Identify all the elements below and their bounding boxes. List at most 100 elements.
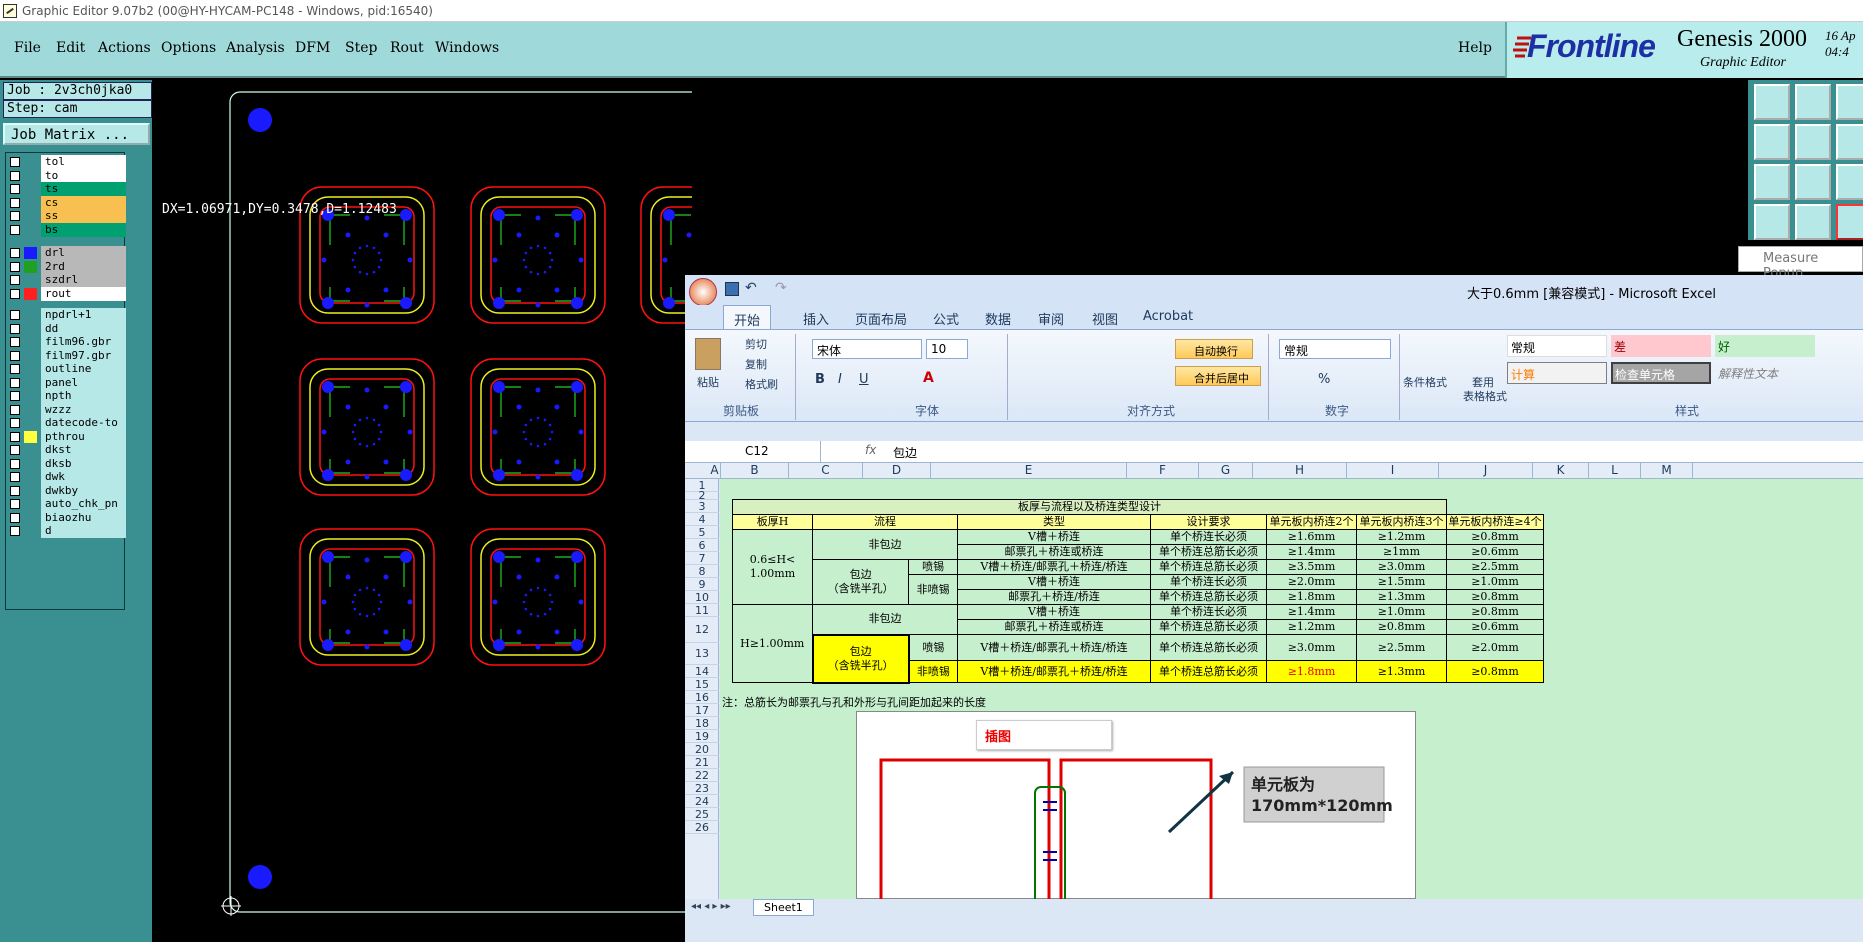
layer-row[interactable]: biaozhu	[8, 510, 126, 525]
layer-row[interactable]: bs	[8, 222, 126, 237]
worksheet[interactable]: 板厚与流程以及桥连类型设计 板厚H 流程 类型 设计要求 单元板内桥连2个 单元…	[720, 479, 1863, 900]
layer-checkbox[interactable]	[10, 211, 20, 221]
layer-checkbox[interactable]	[10, 323, 20, 334]
style-calc[interactable]: 计算	[1507, 362, 1607, 384]
layer-row[interactable]: film97.gbr	[8, 348, 126, 363]
layer-checkbox[interactable]	[10, 184, 20, 194]
layer-row[interactable]: dwk	[8, 470, 126, 484]
row-header[interactable]: 18	[685, 717, 719, 730]
zoom-out-icon[interactable]	[1795, 84, 1831, 120]
layer-row[interactable]: film96.gbr	[8, 335, 126, 349]
row-header[interactable]: 24	[685, 795, 719, 808]
layer-row[interactable]: auto_chk_pn	[8, 497, 126, 511]
tab-insert[interactable]: 插入	[803, 309, 829, 328]
layer-checkbox[interactable]	[10, 364, 20, 374]
layer-row[interactable]: ss	[8, 209, 126, 223]
layer-checkbox[interactable]	[10, 288, 20, 299]
italic-icon[interactable]: I	[838, 372, 842, 387]
copy-button[interactable]: 复制	[745, 356, 767, 372]
center-icon[interactable]	[1795, 164, 1831, 200]
row-header[interactable]: 10	[685, 591, 719, 604]
row-header[interactable]: 2	[685, 490, 719, 501]
menu-rout[interactable]: Rout	[390, 40, 424, 56]
layer-checkbox[interactable]	[10, 472, 20, 482]
tab-acrobat[interactable]: Acrobat	[1143, 309, 1193, 324]
row-header[interactable]: 17	[685, 704, 719, 717]
merge-center-button[interactable]: 合并后居中	[1175, 366, 1261, 386]
layer-row[interactable]: dwkby	[8, 483, 126, 498]
column-header[interactable]: G	[1199, 463, 1253, 479]
column-header[interactable]: D	[863, 463, 931, 479]
layer-row[interactable]: rout	[8, 286, 126, 301]
layer-row[interactable]: cs	[8, 195, 126, 210]
layer-row[interactable]: tol	[8, 155, 126, 169]
column-header[interactable]: A	[709, 463, 721, 479]
column-header[interactable]: L	[1589, 463, 1641, 479]
graphic-canvas[interactable]: DX=1.06971,DY=0.3478,D=1.12483	[152, 80, 692, 942]
row-header[interactable]: 15	[685, 678, 719, 691]
row-header[interactable]: 7	[685, 552, 719, 565]
menu-help[interactable]: Help	[1458, 40, 1492, 56]
process-wrap-selected[interactable]: 包边 （含铣半孔）	[811, 633, 910, 684]
row-header[interactable]: 19	[685, 730, 719, 743]
save-icon[interactable]	[725, 282, 739, 296]
column-header[interactable]: E	[931, 463, 1127, 479]
measure-tool-icon[interactable]	[1754, 204, 1790, 240]
menu-analysis[interactable]: Analysis	[226, 40, 285, 56]
layer-row[interactable]: wzzz	[8, 402, 126, 417]
row-header[interactable]: 5	[685, 526, 719, 539]
layer-checkbox[interactable]	[10, 170, 20, 181]
undo-icon[interactable]: ↶	[745, 280, 757, 296]
layer-checkbox[interactable]	[10, 404, 20, 415]
name-box[interactable]: C12	[685, 441, 821, 462]
style-good[interactable]: 好	[1715, 335, 1815, 357]
bold-icon[interactable]: B	[815, 372, 825, 387]
font-size-select[interactable]: 10	[926, 339, 968, 359]
row-header[interactable]: 4	[685, 513, 719, 526]
sheet-tab-sheet1[interactable]: Sheet1	[753, 899, 814, 916]
pan-right-icon[interactable]	[1795, 124, 1831, 160]
column-header[interactable]: M	[1641, 463, 1693, 479]
layer-checkbox[interactable]	[10, 337, 20, 347]
column-header[interactable]: K	[1533, 463, 1589, 479]
job-matrix-button[interactable]: Job Matrix ...	[3, 123, 150, 145]
formula-input[interactable]: 包边	[893, 444, 917, 461]
scale-icon[interactable]	[1836, 164, 1863, 200]
layer-row[interactable]: datecode-to	[8, 416, 126, 430]
layer-row[interactable]: pthrou	[8, 429, 126, 444]
layer-row[interactable]: npth	[8, 389, 126, 403]
number-format-select[interactable]: 常规	[1279, 339, 1391, 359]
row-header[interactable]: 26	[685, 821, 719, 834]
layer-checkbox[interactable]	[10, 512, 20, 523]
row-header[interactable]: 6	[685, 539, 719, 552]
row-header[interactable]: 12	[685, 617, 719, 643]
underline-icon[interactable]: U	[859, 372, 869, 387]
menu-windows[interactable]: Windows	[435, 40, 499, 56]
tab-home[interactable]: 开始	[723, 305, 772, 330]
row-header[interactable]: 9	[685, 578, 719, 591]
paste-icon[interactable]	[695, 338, 721, 370]
conditional-format-button[interactable]: 条件格式	[1403, 374, 1447, 390]
layer-checkbox[interactable]	[10, 157, 20, 167]
row-header[interactable]: 21	[685, 756, 719, 769]
tab-view[interactable]: 视图	[1092, 309, 1118, 328]
inserted-picture[interactable]: 插图 单元板为 170mm*120mm	[856, 711, 1416, 900]
layer-checkbox[interactable]	[10, 350, 20, 361]
menu-dfm[interactable]: DFM	[295, 40, 330, 56]
menu-actions[interactable]: Actions	[98, 40, 151, 56]
row-header[interactable]: 25	[685, 808, 719, 821]
column-header[interactable]: B	[721, 463, 789, 479]
layer-row[interactable]: dksb	[8, 456, 126, 471]
layer-checkbox[interactable]	[10, 248, 20, 258]
layer-checkbox[interactable]	[10, 224, 20, 235]
tab-nav-icon[interactable]: ◂◂ ◂ ▸ ▸▸	[691, 901, 731, 912]
layer-checkbox[interactable]	[10, 499, 20, 509]
layer-row[interactable]: szdrl	[8, 273, 126, 287]
layer-row[interactable]: outline	[8, 362, 126, 376]
font-name-select[interactable]: 宋体	[812, 339, 922, 359]
row-header[interactable]: 22	[685, 769, 719, 782]
style-bad[interactable]: 差	[1611, 335, 1711, 357]
layer-checkbox[interactable]	[10, 197, 20, 208]
row-header[interactable]: 14	[685, 665, 719, 678]
paste-button[interactable]: 粘贴	[697, 374, 719, 390]
